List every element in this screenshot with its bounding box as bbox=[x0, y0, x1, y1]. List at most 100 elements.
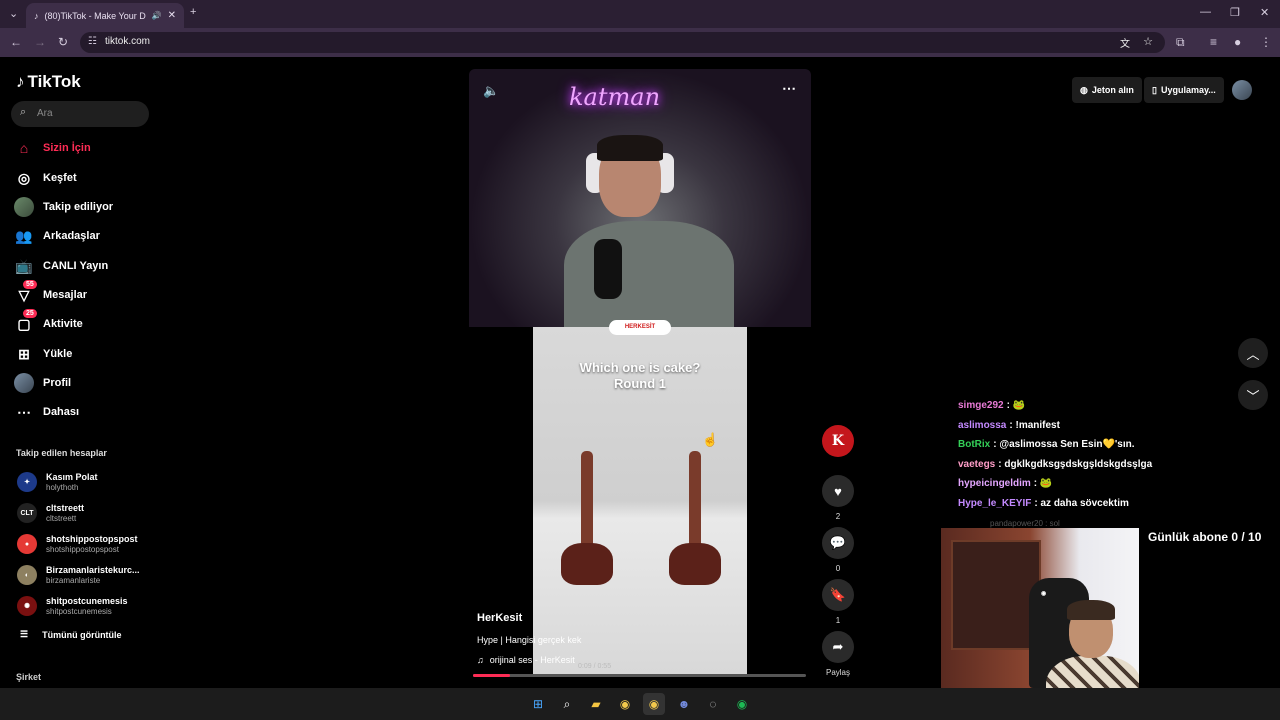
account-name: shotshippostopspost bbox=[46, 534, 138, 544]
nav-label: Yükle bbox=[43, 348, 73, 360]
windows-start-icon[interactable]: ⊞ bbox=[527, 693, 549, 715]
nav-more[interactable]: ⋯ Dahası bbox=[14, 401, 79, 423]
following-avatar bbox=[14, 197, 34, 217]
volume-icon[interactable]: 🔈 bbox=[483, 83, 499, 99]
nav-label: Mesajlar bbox=[43, 289, 88, 301]
following-account[interactable]: ◐ Birzamanlaristekurc... birzamanlariste bbox=[17, 562, 140, 588]
avatar: ✦ bbox=[17, 472, 37, 492]
nav-label: Keşfet bbox=[43, 172, 77, 184]
chat-username[interactable]: vaetegs bbox=[958, 459, 995, 470]
browser-tab[interactable]: ♪ (80)TikTok - Make Your Day 🔊 ✕ bbox=[26, 3, 184, 28]
nav-label: Takip ediliyor bbox=[43, 201, 114, 213]
get-coins-button[interactable]: ◍ Jeton alın bbox=[1072, 77, 1142, 103]
nav-explore[interactable]: ◎ Keşfet bbox=[14, 167, 77, 189]
account-name: shitpostcunemesis bbox=[46, 596, 128, 606]
browser-toolbar: ← → ↻ ☷ tiktok.com 文 ☆ ⧉ ≡ ● ⋮ bbox=[0, 28, 1280, 57]
tab-title: (80)TikTok - Make Your Day bbox=[44, 10, 146, 21]
save-count: 1 bbox=[835, 616, 841, 625]
speaker-icon[interactable]: 🔊 bbox=[152, 11, 162, 20]
herkesit-badge: HERKESİT bbox=[609, 320, 671, 335]
reload-icon[interactable]: ↻ bbox=[58, 35, 68, 49]
video-progress-bar[interactable] bbox=[473, 674, 806, 677]
nav-for-you[interactable]: ⌂ Sizin İçin bbox=[14, 137, 91, 159]
account-handle: cltstreett bbox=[46, 514, 77, 523]
discord-icon[interactable]: ☻ bbox=[673, 693, 695, 715]
video-description: Hype | Hangisi gerçek kek bbox=[477, 635, 582, 645]
video-stream-cam[interactable]: katman bbox=[469, 69, 811, 327]
nav-upload[interactable]: ⊞ Yükle bbox=[14, 343, 72, 365]
chat-username[interactable]: hypeicingeldim bbox=[958, 478, 1031, 489]
close-window-icon[interactable]: ✕ bbox=[1260, 6, 1269, 19]
minimize-icon[interactable]: — bbox=[1200, 6, 1211, 18]
creator-avatar[interactable]: K bbox=[822, 425, 854, 457]
chat-username[interactable]: BotRix bbox=[958, 439, 990, 450]
video-music[interactable]: ♫ orijinal ses - HerKesit bbox=[477, 655, 575, 665]
following-account[interactable]: ✦ Kasım Polat holythoth bbox=[17, 469, 98, 495]
video-author[interactable]: HerKesit bbox=[477, 612, 522, 624]
previous-video-button[interactable]: ︿ bbox=[1238, 338, 1268, 368]
save-button[interactable]: 🔖 bbox=[822, 579, 854, 611]
share-arrow-icon: ➦ bbox=[832, 639, 844, 654]
nav-label: Dahası bbox=[43, 406, 80, 418]
following-account[interactable]: ✺ shitpostcunemesis shitpostcunemesis bbox=[17, 593, 128, 619]
nav-messages[interactable]: ▽ 55 Mesajlar bbox=[14, 280, 88, 306]
tab-close-icon[interactable]: ✕ bbox=[168, 10, 176, 21]
back-icon[interactable]: ← bbox=[10, 35, 22, 49]
tab-search-icon[interactable]: ⌄ bbox=[9, 7, 18, 20]
chat-text: dgklkgdksgşdskgşldskgdsşlga bbox=[1004, 458, 1153, 470]
following-account[interactable]: CLT cltstreett cltstreett bbox=[17, 500, 84, 526]
translate-icon[interactable]: 文 bbox=[1120, 35, 1130, 50]
see-all-link[interactable]: ☰ Tümünü görüntüle bbox=[20, 629, 122, 640]
live-icon: 📺 bbox=[15, 257, 33, 274]
search-input[interactable]: ⌕ Ara bbox=[11, 101, 149, 127]
share-button[interactable]: ➦ bbox=[822, 631, 854, 663]
chat-username[interactable]: simge292 bbox=[958, 400, 1004, 411]
nav-label: Sizin İçin bbox=[43, 142, 91, 154]
video-more-icon[interactable]: ⋯ bbox=[782, 80, 796, 97]
site-info-icon[interactable]: ☷ bbox=[88, 36, 97, 47]
forward-icon[interactable]: → bbox=[34, 35, 46, 49]
media-icon[interactable]: ≡ bbox=[1210, 35, 1217, 49]
menu-icon[interactable]: ⋮ bbox=[1260, 35, 1272, 49]
progress-fill bbox=[473, 674, 510, 677]
company-heading[interactable]: Şirket bbox=[16, 672, 41, 682]
avatar[interactable] bbox=[1232, 80, 1252, 100]
chrome-active-icon[interactable]: ◉ bbox=[643, 693, 665, 715]
folder-icon[interactable]: ▰ bbox=[585, 693, 607, 715]
profile-icon[interactable]: ● bbox=[1234, 35, 1241, 49]
extensions-icon[interactable]: ⧉ bbox=[1176, 35, 1185, 50]
nav-friends[interactable]: 👥 Arkadaşlar bbox=[14, 225, 100, 247]
address-bar[interactable]: ☷ tiktok.com 文 ☆ bbox=[80, 32, 1165, 53]
nav-activity[interactable]: ▢ 25 Aktivite bbox=[14, 309, 83, 335]
spotify-icon[interactable]: ◉ bbox=[731, 693, 753, 715]
avatar: ● bbox=[17, 534, 37, 554]
upload-icon: ⊞ bbox=[18, 345, 30, 362]
get-app-button[interactable]: ▯ Uygulamay... bbox=[1144, 77, 1224, 103]
like-button[interactable]: ♥ bbox=[822, 475, 854, 507]
nav-profile[interactable]: Profil bbox=[14, 372, 71, 394]
coins-label: Jeton alın bbox=[1091, 85, 1134, 95]
messages-badge: 55 bbox=[23, 280, 37, 289]
account-name: cltstreett bbox=[46, 503, 85, 513]
question-line2: Round 1 bbox=[614, 376, 666, 391]
account-handle: birzamanlariste bbox=[46, 576, 101, 585]
bookmark-star-icon[interactable]: ☆ bbox=[1143, 35, 1153, 48]
account-handle: shotshippostopspost bbox=[46, 545, 119, 554]
nav-following[interactable]: Takip ediliyor bbox=[14, 196, 113, 218]
logo-text: TikTok bbox=[27, 72, 81, 91]
following-account[interactable]: ● shotshippostopspost shotshippostopspost bbox=[17, 531, 138, 557]
tiktok-logo[interactable]: ♪ TikTok bbox=[16, 72, 81, 92]
chat-faded-line: pandapower20 : sol bbox=[990, 519, 1060, 528]
video-content[interactable]: Which one is cake? Round 1 bbox=[533, 327, 747, 675]
chat-username[interactable]: Hype_le_KEYIF bbox=[958, 498, 1031, 509]
search-icon[interactable]: ⌕ bbox=[556, 693, 578, 715]
nav-live[interactable]: 📺 CANLI Yayın bbox=[14, 255, 108, 277]
comment-button[interactable]: 💬 bbox=[822, 527, 854, 559]
new-tab-icon[interactable]: + bbox=[190, 6, 196, 18]
share-label: Paylaş bbox=[825, 668, 850, 677]
maximize-icon[interactable]: ❐ bbox=[1230, 6, 1240, 19]
chrome-icon[interactable]: ◉ bbox=[614, 693, 636, 715]
plunger-cup bbox=[561, 543, 613, 585]
chat-username[interactable]: aslimossa bbox=[958, 420, 1006, 431]
obs-icon[interactable]: ◌ bbox=[702, 693, 724, 715]
